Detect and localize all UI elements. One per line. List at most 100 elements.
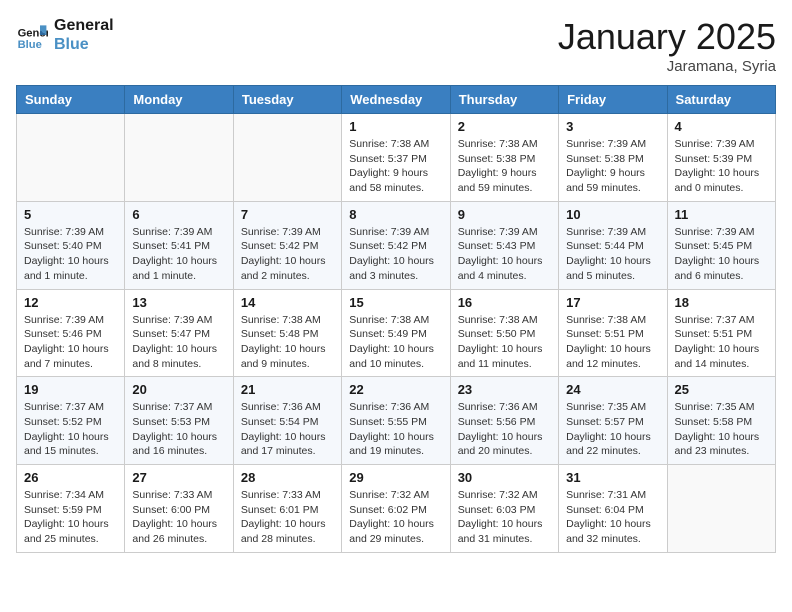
calendar-cell xyxy=(667,465,775,553)
calendar-cell: 13 Sunrise: 7:39 AM Sunset: 5:47 PM Dayli… xyxy=(125,289,233,377)
day-info: Sunrise: 7:32 AM Sunset: 6:02 PM Dayligh… xyxy=(349,488,442,547)
calendar-cell: 22 Sunrise: 7:36 AM Sunset: 5:55 PM Dayli… xyxy=(342,377,450,465)
day-number: 28 xyxy=(241,470,334,485)
day-info: Sunrise: 7:37 AM Sunset: 5:51 PM Dayligh… xyxy=(675,313,768,372)
day-number: 8 xyxy=(349,207,442,222)
calendar-cell: 2 Sunrise: 7:38 AM Sunset: 5:38 PM Daylig… xyxy=(450,114,558,202)
day-info: Sunrise: 7:33 AM Sunset: 6:00 PM Dayligh… xyxy=(132,488,225,547)
calendar-cell: 18 Sunrise: 7:37 AM Sunset: 5:51 PM Dayli… xyxy=(667,289,775,377)
day-info: Sunrise: 7:38 AM Sunset: 5:38 PM Dayligh… xyxy=(458,137,551,196)
day-info: Sunrise: 7:33 AM Sunset: 6:01 PM Dayligh… xyxy=(241,488,334,547)
day-info: Sunrise: 7:39 AM Sunset: 5:40 PM Dayligh… xyxy=(24,225,117,284)
day-number: 30 xyxy=(458,470,551,485)
day-number: 17 xyxy=(566,295,659,310)
svg-text:Blue: Blue xyxy=(18,39,42,51)
calendar-cell: 1 Sunrise: 7:38 AM Sunset: 5:37 PM Daylig… xyxy=(342,114,450,202)
day-number: 15 xyxy=(349,295,442,310)
calendar-cell: 17 Sunrise: 7:38 AM Sunset: 5:51 PM Dayli… xyxy=(559,289,667,377)
day-number: 2 xyxy=(458,119,551,134)
logo-general: General xyxy=(54,16,114,35)
logo: General Blue General Blue xyxy=(16,16,114,54)
day-number: 7 xyxy=(241,207,334,222)
day-number: 20 xyxy=(132,382,225,397)
day-info: Sunrise: 7:39 AM Sunset: 5:46 PM Dayligh… xyxy=(24,313,117,372)
day-number: 18 xyxy=(675,295,768,310)
calendar-cell: 24Sunrise: 7:35 AM Sunset: 5:57 PM Dayli… xyxy=(559,377,667,465)
day-number: 6 xyxy=(132,207,225,222)
calendar-cell: 27 Sunrise: 7:33 AM Sunset: 6:00 PM Dayli… xyxy=(125,465,233,553)
day-number: 26 xyxy=(24,470,117,485)
calendar-cell: 21Sunrise: 7:36 AM Sunset: 5:54 PM Dayli… xyxy=(233,377,341,465)
day-info: Sunrise: 7:38 AM Sunset: 5:48 PM Dayligh… xyxy=(241,313,334,372)
calendar-cell: 14 Sunrise: 7:38 AM Sunset: 5:48 PM Dayli… xyxy=(233,289,341,377)
week-row-5: 26 Sunrise: 7:34 AM Sunset: 5:59 PM Dayli… xyxy=(17,465,776,553)
day-number: 29 xyxy=(349,470,442,485)
day-number: 12 xyxy=(24,295,117,310)
calendar-cell: 11Sunrise: 7:39 AM Sunset: 5:45 PM Dayli… xyxy=(667,201,775,289)
calendar-cell: 8Sunrise: 7:39 AM Sunset: 5:42 PM Daylig… xyxy=(342,201,450,289)
day-number: 24 xyxy=(566,382,659,397)
calendar-cell: 28 Sunrise: 7:33 AM Sunset: 6:01 PM Dayli… xyxy=(233,465,341,553)
weekday-header-saturday: Saturday xyxy=(667,86,775,114)
weekday-header-wednesday: Wednesday xyxy=(342,86,450,114)
calendar-cell xyxy=(125,114,233,202)
calendar-cell: 7 Sunrise: 7:39 AM Sunset: 5:42 PM Daylig… xyxy=(233,201,341,289)
day-info: Sunrise: 7:38 AM Sunset: 5:50 PM Dayligh… xyxy=(458,313,551,372)
day-info: Sunrise: 7:38 AM Sunset: 5:37 PM Dayligh… xyxy=(349,137,442,196)
day-number: 27 xyxy=(132,470,225,485)
calendar-cell xyxy=(17,114,125,202)
calendar-cell: 26 Sunrise: 7:34 AM Sunset: 5:59 PM Dayli… xyxy=(17,465,125,553)
calendar-cell: 19 Sunrise: 7:37 AM Sunset: 5:52 PM Dayli… xyxy=(17,377,125,465)
calendar-cell: 29 Sunrise: 7:32 AM Sunset: 6:02 PM Dayli… xyxy=(342,465,450,553)
weekday-header-sunday: Sunday xyxy=(17,86,125,114)
day-number: 1 xyxy=(349,119,442,134)
week-row-4: 19 Sunrise: 7:37 AM Sunset: 5:52 PM Dayli… xyxy=(17,377,776,465)
day-info: Sunrise: 7:39 AM Sunset: 5:43 PM Dayligh… xyxy=(458,225,551,284)
day-info: Sunrise: 7:38 AM Sunset: 5:49 PM Dayligh… xyxy=(349,313,442,372)
calendar-cell: 30 Sunrise: 7:32 AM Sunset: 6:03 PM Dayli… xyxy=(450,465,558,553)
calendar-cell: 16 Sunrise: 7:38 AM Sunset: 5:50 PM Dayli… xyxy=(450,289,558,377)
day-info: Sunrise: 7:36 AM Sunset: 5:56 PM Dayligh… xyxy=(458,400,551,459)
day-number: 31 xyxy=(566,470,659,485)
calendar: SundayMondayTuesdayWednesdayThursdayFrid… xyxy=(16,85,776,553)
day-number: 13 xyxy=(132,295,225,310)
calendar-cell: 25 Sunrise: 7:35 AM Sunset: 5:58 PM Dayli… xyxy=(667,377,775,465)
day-number: 14 xyxy=(241,295,334,310)
day-info: Sunrise: 7:37 AM Sunset: 5:52 PM Dayligh… xyxy=(24,400,117,459)
day-info: Sunrise: 7:31 AM Sunset: 6:04 PM Dayligh… xyxy=(566,488,659,547)
day-number: 11 xyxy=(675,207,768,222)
day-number: 16 xyxy=(458,295,551,310)
day-info: Sunrise: 7:39 AM Sunset: 5:42 PM Dayligh… xyxy=(241,225,334,284)
week-row-3: 12 Sunrise: 7:39 AM Sunset: 5:46 PM Dayli… xyxy=(17,289,776,377)
weekday-header-friday: Friday xyxy=(559,86,667,114)
calendar-cell: 3Sunrise: 7:39 AM Sunset: 5:38 PM Daylig… xyxy=(559,114,667,202)
calendar-cell: 20Sunrise: 7:37 AM Sunset: 5:53 PM Dayli… xyxy=(125,377,233,465)
day-info: Sunrise: 7:39 AM Sunset: 5:47 PM Dayligh… xyxy=(132,313,225,372)
day-info: Sunrise: 7:35 AM Sunset: 5:58 PM Dayligh… xyxy=(675,400,768,459)
day-number: 19 xyxy=(24,382,117,397)
day-number: 5 xyxy=(24,207,117,222)
day-info: Sunrise: 7:38 AM Sunset: 5:51 PM Dayligh… xyxy=(566,313,659,372)
day-number: 22 xyxy=(349,382,442,397)
week-row-2: 5 Sunrise: 7:39 AM Sunset: 5:40 PM Daylig… xyxy=(17,201,776,289)
day-number: 25 xyxy=(675,382,768,397)
weekday-header-monday: Monday xyxy=(125,86,233,114)
calendar-cell: 10 Sunrise: 7:39 AM Sunset: 5:44 PM Dayli… xyxy=(559,201,667,289)
day-number: 23 xyxy=(458,382,551,397)
day-info: Sunrise: 7:39 AM Sunset: 5:38 PM Dayligh… xyxy=(566,137,659,196)
day-info: Sunrise: 7:34 AM Sunset: 5:59 PM Dayligh… xyxy=(24,488,117,547)
weekday-header-row: SundayMondayTuesdayWednesdayThursdayFrid… xyxy=(17,86,776,114)
logo-icon: General Blue xyxy=(16,19,48,51)
calendar-cell: 23 Sunrise: 7:36 AM Sunset: 5:56 PM Dayli… xyxy=(450,377,558,465)
calendar-cell: 15 Sunrise: 7:38 AM Sunset: 5:49 PM Dayli… xyxy=(342,289,450,377)
day-info: Sunrise: 7:39 AM Sunset: 5:44 PM Dayligh… xyxy=(566,225,659,284)
logo-blue: Blue xyxy=(54,35,114,54)
day-info: Sunrise: 7:36 AM Sunset: 5:55 PM Dayligh… xyxy=(349,400,442,459)
day-number: 21 xyxy=(241,382,334,397)
page-header: General Blue General Blue January 2025 J… xyxy=(16,16,776,75)
day-number: 10 xyxy=(566,207,659,222)
week-row-1: 1 Sunrise: 7:38 AM Sunset: 5:37 PM Daylig… xyxy=(17,114,776,202)
day-info: Sunrise: 7:32 AM Sunset: 6:03 PM Dayligh… xyxy=(458,488,551,547)
title-block: January 2025 Jaramana, Syria xyxy=(558,16,776,75)
location: Jaramana, Syria xyxy=(558,58,776,75)
